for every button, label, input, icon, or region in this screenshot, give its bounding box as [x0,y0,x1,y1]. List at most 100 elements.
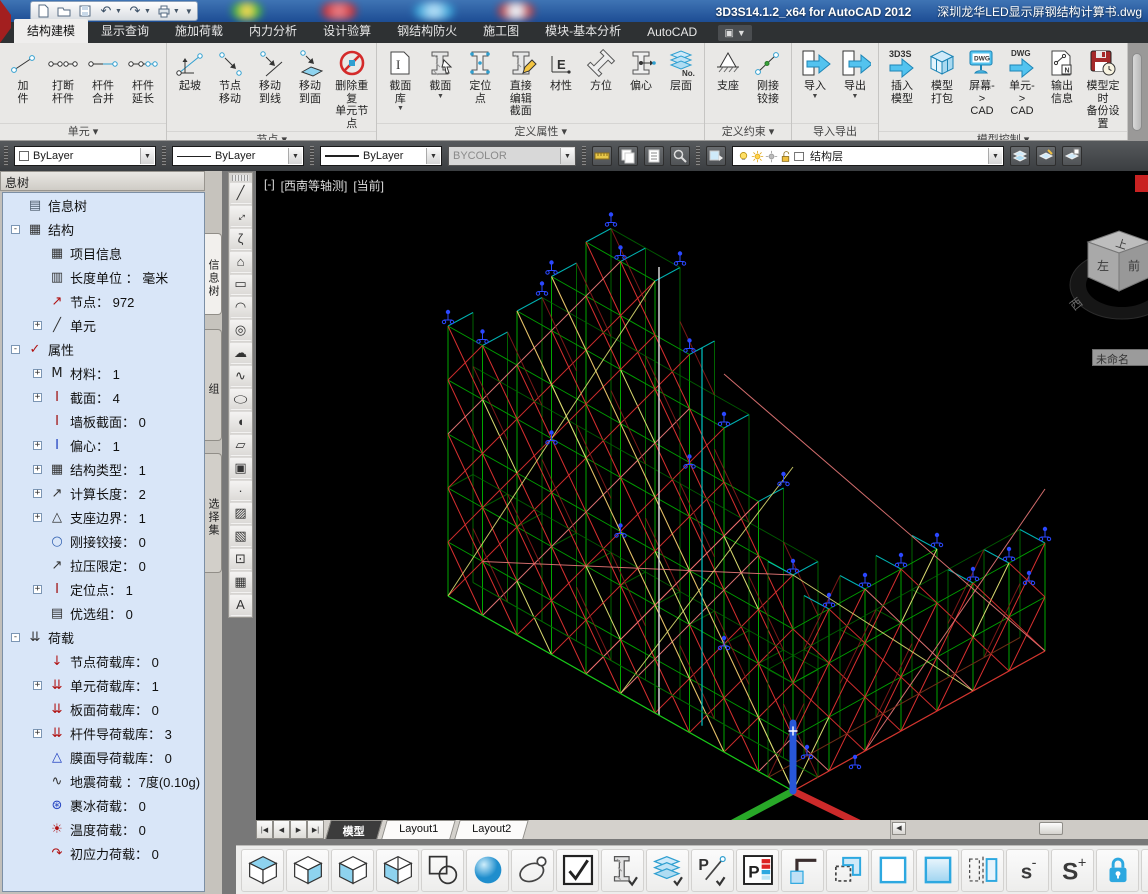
chevron-down-icon[interactable]: ▼ [173,8,180,15]
prev-tab-button[interactable]: ◀ [273,820,290,839]
tree-item-support-boundary[interactable]: +△支座边界： 1 [3,505,204,529]
linetype-combobox[interactable]: ByLayer▼ [172,146,304,166]
ribbon-scroll-strip[interactable] [1128,43,1148,141]
viewcube-front-label[interactable]: 前 [1128,258,1140,273]
tree-expander[interactable]: - [11,633,20,642]
tab-apply-loads[interactable]: 施加荷载 [162,19,236,43]
view-front-button[interactable] [286,849,329,892]
tab-structure-modeling[interactable]: 结构建模 [14,19,88,43]
list-icon[interactable] [644,146,664,166]
tree-item-membrane-load-lib[interactable]: △膜面导荷载库： 0 [3,745,204,769]
region-tool[interactable]: ⊡ [230,548,252,570]
locate-point-button[interactable]: 定位点 [460,45,500,106]
save-file-icon[interactable] [77,3,93,19]
toolbar-grip[interactable] [162,146,166,166]
view-selector-dropdown[interactable]: 未命名 ▼ [1092,349,1148,366]
section-library-button[interactable]: I截面库▼ [380,45,420,113]
tab-module-basic-analysis[interactable]: 模块-基本分析 [532,19,634,43]
tree-item-plate-load-lib[interactable]: ⇊板面荷载库： 0 [3,697,204,721]
tree-item-structure[interactable]: -▦结构 [3,217,204,241]
toolbar-grip[interactable] [696,146,700,166]
gradient-tool[interactable]: ▧ [230,525,252,547]
tab-model[interactable]: 模型 [325,820,382,839]
chevron-down-icon[interactable]: ▼ [144,8,151,15]
layer-states-icon[interactable] [1010,146,1030,166]
zoom-extents-button[interactable] [826,849,869,892]
node-move-button[interactable]: 节点移动 [210,45,250,106]
floors-check-button[interactable] [646,849,689,892]
open-file-icon[interactable] [56,3,72,19]
tree-item-loads[interactable]: -⇊荷载 [3,625,204,649]
toolbar-grip[interactable] [310,146,314,166]
tree-item-node-load-lib[interactable]: ↓节点荷载库： 0 [3,649,204,673]
move-to-face-button[interactable]: 移动到面 [290,45,330,106]
tree-item-attributes[interactable]: -✓属性 [3,337,204,361]
qat-overflow-icon[interactable]: ▼ [185,7,193,16]
tree-item-element-load-lib[interactable]: +⇊单元荷载库： 1 [3,673,204,697]
tree-item-node-count[interactable]: ↗节点： 972 [3,289,204,313]
tree-item-seismic-load[interactable]: ∿地震荷载 ：7度(0.10g) [3,769,204,793]
insert-model-button[interactable]: 3D3S插入模型 [882,45,922,106]
undo-icon[interactable]: ↶ [98,3,114,19]
tab-layout1[interactable]: Layout1 [381,820,456,839]
model-check-button[interactable] [556,849,599,892]
chevron-down-icon[interactable]: ▼ [288,148,302,164]
unit-to-cad-button[interactable]: DWG单元->CAD [1002,45,1042,119]
chevron-down-icon[interactable]: ▼ [426,148,440,164]
drawing-viewport[interactable]: [-] [西南等轴测] [当前] 西 上 左 前 未命名 ▼ [256,171,1148,820]
axis-check-button[interactable]: P [691,849,734,892]
viewport-style-control[interactable]: [当前] [353,177,384,194]
layer-button[interactable]: No.层面 [661,45,701,94]
panel-import-export-label[interactable]: 导入导出 [792,123,878,140]
tree-item-info-tree-root[interactable]: ▤信息树 [3,193,204,217]
orientation-button[interactable]: 方位 [581,45,621,94]
tree-item-preferred-group[interactable]: ▤优选组： 0 [3,601,204,625]
chevron-down-icon[interactable]: ▼ [988,148,1002,164]
tree-item-project-info[interactable]: ▦项目信息 [3,241,204,265]
scrollbar-thumb[interactable] [1039,822,1063,835]
panel-model-control-label[interactable]: 模型控制 ▾ [879,131,1127,141]
zoom-object-icon[interactable] [670,146,690,166]
delete-duplicate-button[interactable]: 删除重复单元节点 [330,45,373,131]
circle-tool[interactable]: ◎ [230,319,252,341]
corner-view-button[interactable] [781,849,824,892]
color-combobox[interactable]: ByLayer▼ [14,146,156,166]
new-file-icon[interactable] [35,3,51,19]
tree-expander[interactable]: + [33,585,42,594]
next-tab-button[interactable]: ▶ [290,820,307,839]
layer-isolate-icon[interactable] [1036,146,1056,166]
viewport-menu-control[interactable]: [-] [264,177,275,194]
tab-overflow-button[interactable]: ▣▼ [718,25,752,41]
construction-line-tool[interactable]: ↔ [230,205,252,227]
window-filled-button[interactable] [916,849,959,892]
tree-item-offset[interactable]: +I偏心： 1 [3,433,204,457]
tree-expander[interactable]: - [11,345,20,354]
viewport-view-control[interactable]: [西南等轴测] [281,177,348,194]
screen-to-cad-button[interactable]: DWG屏幕->CAD [962,45,1002,119]
arc-tool[interactable]: ◠ [230,296,252,318]
view-iso-button[interactable] [376,849,419,892]
tree-expander[interactable]: + [33,465,42,474]
toolbar-grip[interactable] [232,175,249,181]
scale-down-button[interactable]: s- [1006,849,1049,892]
viewcube-left-label[interactable]: 左 [1097,258,1109,273]
tree-expander[interactable]: + [33,513,42,522]
toolbar-grip[interactable] [582,146,586,166]
extend-member-button[interactable]: 杆件延长 [123,45,163,106]
lineweight-combobox[interactable]: ByLayer▼ [320,146,442,166]
tree-item-tension-limit[interactable]: ↗拉压限定： 0 [3,553,204,577]
tab-layout2[interactable]: Layout2 [454,820,529,839]
tree-item-length-unit[interactable]: ▥长度单位 ： 毫米 [3,265,204,289]
rigid-hinge-button[interactable]: 刚接铰接 [748,45,788,106]
render-sphere-button[interactable] [466,849,509,892]
tree-expander[interactable]: - [11,225,20,234]
view-cube[interactable]: 西 上 左 前 [1064,219,1148,339]
tree-item-initial-stress-load[interactable]: ↷初应力荷载： 0 [3,841,204,865]
chevron-down-icon[interactable]: ▼ [140,148,154,164]
tree-item-temperature-load[interactable]: ☀温度荷载： 0 [3,817,204,841]
panel-define-properties-label[interactable]: 定义属性 ▾ [377,123,704,140]
panel-header[interactable]: 息树 [0,171,205,191]
add-member-button[interactable]: 加件 [3,45,43,106]
move-to-line-button[interactable]: 移动到线 [250,45,290,106]
chevron-down-icon[interactable]: ▼ [115,8,122,15]
